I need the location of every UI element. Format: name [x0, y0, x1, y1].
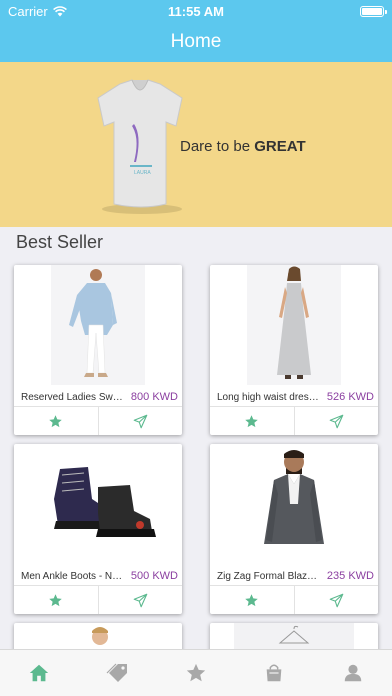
product-card[interactable]: Men Ankle Boots - Na... 500 KWD [14, 444, 182, 614]
profile-icon [344, 664, 362, 682]
card-actions [14, 585, 182, 614]
product-name: Men Ankle Boots - Na... [21, 571, 125, 582]
share-button[interactable] [293, 586, 379, 614]
home-icon [30, 664, 49, 682]
product-image [210, 444, 378, 564]
star-icon [245, 593, 258, 606]
status-right [264, 5, 387, 17]
send-icon [133, 593, 148, 607]
card-actions [210, 585, 378, 614]
product-name: Zig Zag Formal Blazer... [217, 571, 321, 582]
favorite-button[interactable] [210, 407, 294, 435]
product-name: Reserved Ladies Sweat... [21, 392, 125, 403]
product-card[interactable]: Zig Zag Formal Blazer... 235 KWD [210, 444, 378, 614]
status-time: 11:55 AM [168, 3, 224, 19]
star-icon [245, 414, 258, 427]
promo-banner[interactable]: LAURA Dare to be GREAT [0, 62, 392, 227]
product-image [14, 265, 182, 385]
product-name: Long high waist dress... [217, 392, 321, 403]
shopping-bag-icon [267, 664, 282, 682]
battery-icon [360, 5, 387, 17]
product-card[interactable]: Reserved Ladies Sweat... 800 KWD [14, 265, 182, 435]
section-title: Best Seller [16, 232, 104, 252]
share-button[interactable] [293, 407, 379, 435]
tab-profile[interactable] [314, 650, 392, 696]
product-image [210, 265, 378, 385]
tab-favorites[interactable] [157, 650, 235, 696]
favorite-button[interactable] [14, 407, 98, 435]
product-price: 500 KWD [130, 570, 178, 582]
star-icon [49, 414, 62, 427]
tab-cart[interactable] [235, 650, 313, 696]
favorite-button[interactable] [210, 586, 294, 614]
tab-offers[interactable] [78, 650, 156, 696]
card-actions [210, 406, 378, 435]
star-icon [186, 663, 206, 682]
tshirt-image: LAURA [97, 79, 183, 214]
tab-home[interactable] [0, 650, 78, 696]
carrier-label: Carrier [8, 3, 48, 19]
star-icon [49, 593, 62, 606]
status-left: Carrier [8, 4, 128, 19]
product-image [14, 444, 182, 564]
banner-tagline: Dare to be GREAT [180, 138, 306, 155]
send-icon [329, 593, 344, 607]
wifi-icon [52, 5, 67, 16]
card-actions [14, 406, 182, 435]
send-icon [329, 414, 344, 428]
banner-text-prefix: Dare to be [180, 138, 255, 155]
favorite-button[interactable] [14, 586, 98, 614]
tag-icon [106, 663, 127, 682]
product-price: 235 KWD [326, 570, 374, 582]
share-button[interactable] [97, 586, 183, 614]
status-bar: Carrier 11:55 AM [0, 0, 392, 22]
product-price: 800 KWD [130, 391, 178, 403]
product-price: 526 KWD [326, 391, 374, 403]
svg-text:LAURA: LAURA [134, 170, 151, 176]
banner-text-bold: GREAT [254, 138, 306, 155]
share-button[interactable] [97, 407, 183, 435]
page-title: Home [170, 31, 222, 52]
send-icon [133, 414, 148, 428]
product-card[interactable]: Long high waist dress... 526 KWD [210, 265, 378, 435]
navigation-bar: Home [0, 22, 392, 62]
tab-bar [0, 649, 392, 696]
